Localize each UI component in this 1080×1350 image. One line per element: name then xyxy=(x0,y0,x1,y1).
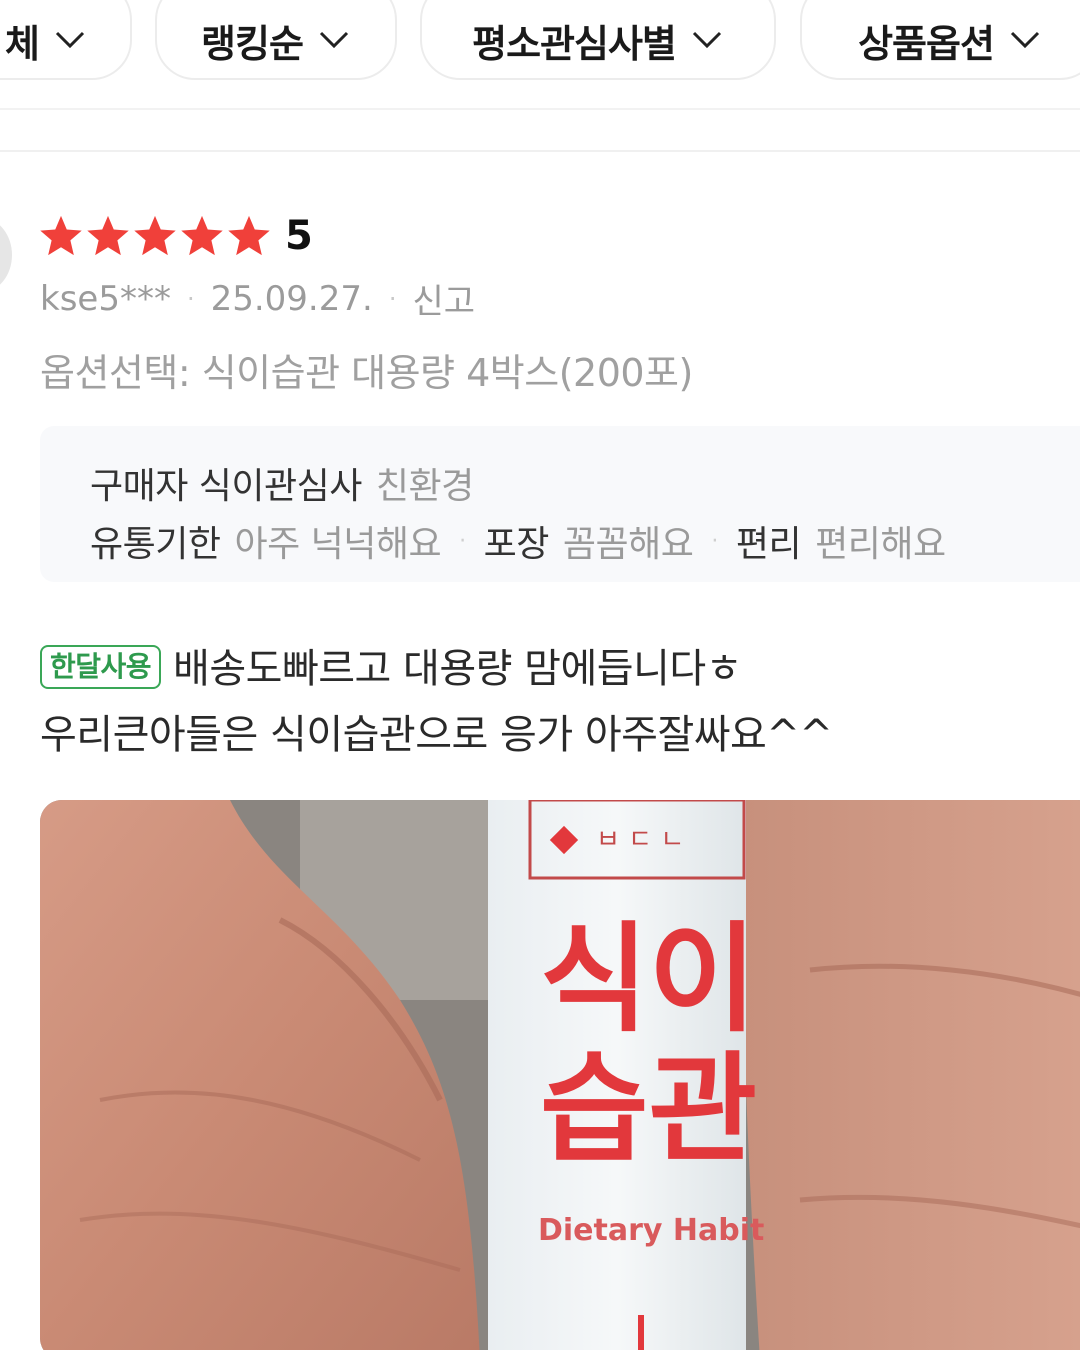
survey-key: 편리 xyxy=(735,524,802,565)
filter-chip-interest[interactable]: 평소관심사별 xyxy=(420,0,776,80)
survey-value: 꼼꼼해요 xyxy=(562,524,694,565)
review-photo-canvas: ㅂ ㄷ ㄴ 식이 습관 Dietary Habit xyxy=(40,800,1080,1350)
survey-value: 편리해요 xyxy=(815,524,946,565)
review-text-1: 배송도빠르고 대용량 맘에듭니다ㅎ xyxy=(173,646,742,692)
survey-row-buyer: 구매자 식이관심사 친환경 xyxy=(90,454,1080,512)
report-link[interactable]: 신고 xyxy=(412,274,475,323)
filter-chip-label: 상품옵션 xyxy=(858,21,995,66)
meta-separator: · xyxy=(186,284,195,313)
product-name-line1: 식이 xyxy=(540,910,757,1048)
review-survey-box: 구매자 식이관심사 친환경 유통기한 아주 넉넉해요 · 포장 꼼꼼해요 · 편… xyxy=(40,426,1080,582)
filter-chip-label: 평소관심사별 xyxy=(472,21,677,66)
review-photo[interactable]: ㅂ ㄷ ㄴ 식이 습관 Dietary Habit xyxy=(40,800,1080,1350)
review-meta: kse5*** · 25.09.27. · 신고 xyxy=(40,274,475,323)
survey-row-attributes: 유통기한 아주 넉넉해요 · 포장 꼼꼼해요 · 편리 편리해요 xyxy=(90,512,1080,570)
star-rating: 5 xyxy=(38,213,313,259)
filter-chip-all[interactable]: 체 xyxy=(0,0,132,80)
review-body: 한달사용 배송도빠르고 대용량 맘에듭니다ㅎ 우리큰아들은 식이습관으로 응가 아… xyxy=(40,636,1050,768)
chevron-down-icon xyxy=(692,31,721,49)
filter-bar: 체 랭킹순 평소관심사별 상품옵션 xyxy=(0,0,1080,110)
usage-badge: 한달사용 xyxy=(40,645,162,689)
survey-value: 아주 넉넉해요 xyxy=(234,524,442,565)
filter-chip-option[interactable]: 상품옵션 xyxy=(800,0,1080,80)
hand-fingers xyxy=(740,800,1080,1350)
reviewer-id: kse5*** xyxy=(40,278,171,319)
star-icon xyxy=(181,215,223,256)
review-text-2: 우리큰아들은 식이습관으로 응가 아주잘싸요^^ xyxy=(40,712,833,758)
chevron-down-icon xyxy=(55,31,85,49)
chevron-down-icon xyxy=(319,31,348,49)
selected-option: 옵션선택: 식이습관 대용량 4박스(200포) xyxy=(40,351,693,395)
survey-separator: · xyxy=(459,528,466,554)
avatar xyxy=(0,218,12,292)
product-name-english: Dietary Habit xyxy=(538,1213,764,1248)
filter-chip-ranking[interactable]: 랭킹순 xyxy=(155,0,397,80)
survey-value: 친환경 xyxy=(375,466,474,507)
filter-chip-label: 체 xyxy=(5,21,40,66)
product-top-text: ㅂ ㄷ ㄴ xyxy=(596,825,684,855)
section-divider xyxy=(0,150,1080,152)
review-date: 25.09.27. xyxy=(210,278,373,319)
star-icon xyxy=(40,215,82,256)
product-name-line2: 습관 xyxy=(540,1040,757,1178)
product-stripe xyxy=(638,1315,644,1350)
chevron-down-icon xyxy=(1010,31,1039,49)
survey-separator: · xyxy=(711,528,718,554)
meta-separator: · xyxy=(388,284,397,313)
star-icon xyxy=(228,215,270,256)
star-icon xyxy=(87,215,129,256)
survey-key: 구매자 식이관심사 xyxy=(90,466,362,507)
review-line-1: 한달사용 배송도빠르고 대용량 맘에듭니다ㅎ xyxy=(40,636,1050,702)
survey-key: 유통기한 xyxy=(90,524,221,565)
rating-score: 5 xyxy=(285,213,313,259)
filter-chip-label: 랭킹순 xyxy=(201,21,304,66)
star-icon xyxy=(134,215,176,256)
survey-key: 포장 xyxy=(483,524,550,565)
